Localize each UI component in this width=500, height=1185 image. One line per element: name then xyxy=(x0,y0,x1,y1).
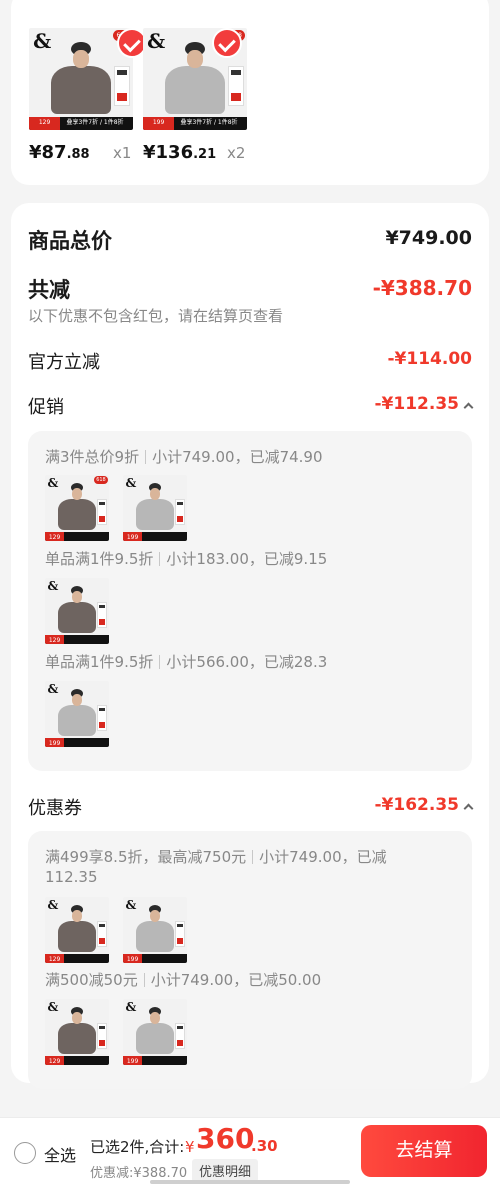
promo-product-thumbnail: & 129 618 xyxy=(45,475,109,541)
promotion-label: 促销 xyxy=(28,397,64,418)
coupon-rule-continued: 112.35 xyxy=(45,868,98,886)
size-chart-graphic xyxy=(113,66,130,106)
model-figure xyxy=(51,40,111,114)
coupon-toggle[interactable]: -¥162.35 xyxy=(375,795,474,815)
promo-product-thumbnail: & 199 xyxy=(45,681,109,747)
coupon-rule: 满499享8.5折，最高减750元 小计749.00，已减 xyxy=(45,848,387,866)
total-currency: ¥ xyxy=(185,1138,195,1156)
promotion-details: 满3件总价9折 小计749.00，已减74.90 & 129 618 & 199 … xyxy=(28,431,472,771)
selected-products-card: & 129 叠享3件7折 / 1件8折 618 ¥87.88 x1 & 199 … xyxy=(11,0,489,185)
promo-rule: 单品满1件9.5折 小计566.00，已减28.3 xyxy=(45,653,328,671)
price-breakdown-card: 商品总价 ¥749.00 共减 -¥388.70 以下优惠不包含红包，请在结算页… xyxy=(11,203,489,1089)
coupon-product-thumbnail: & 199 xyxy=(123,999,187,1065)
home-indicator xyxy=(150,1180,350,1184)
total-amount: 360 xyxy=(196,1122,255,1155)
promo-rule: 单品满1件9.5折 小计183.00，已减9.15 xyxy=(45,550,328,568)
selected-check-icon[interactable] xyxy=(212,28,242,58)
promo-banner: 199 叠享3件7折 / 1件8折 xyxy=(143,116,247,130)
coupon-label: 优惠券 xyxy=(28,798,82,819)
promo-rule: 满3件总价9折 小计749.00，已减74.90 xyxy=(45,448,323,466)
checkout-bar: 全选 已选2件,合计: ¥ 360 .30 优惠减:¥388.70 优惠明细 去… xyxy=(0,1117,500,1185)
reduce-label: 共减 xyxy=(28,278,70,302)
brand-logo: & xyxy=(147,29,166,54)
promo-banner: 129 叠享3件7折 / 1件8折 xyxy=(29,116,133,130)
official-discount-label: 官方立减 xyxy=(28,352,100,373)
reduce-value: -¥388.70 xyxy=(372,276,472,300)
coupon-product-thumbnail: & 129 xyxy=(45,999,109,1065)
select-all-radio[interactable] xyxy=(14,1142,36,1164)
product-price: ¥136.21 xyxy=(143,142,217,163)
coupon-product-thumbnail: & 199 xyxy=(123,897,187,963)
coupon-details: 满499享8.5折，最高减750元 小计749.00，已减 112.35 & 12… xyxy=(28,831,472,1089)
product-quantity: x2 xyxy=(227,144,246,162)
promo-product-thumbnail: & 199 xyxy=(123,475,187,541)
promo-product-thumbnail: & 129 xyxy=(45,578,109,644)
coupon-product-thumbnail: & 129 xyxy=(45,897,109,963)
total-value: ¥749.00 xyxy=(385,227,472,249)
total-label: 商品总价 xyxy=(28,229,112,253)
brand-logo: & xyxy=(33,29,52,54)
size-chart-graphic xyxy=(227,66,244,106)
coupon-rule: 满500减50元 小计749.00，已减50.00 xyxy=(45,971,322,989)
discount-summary: 优惠减:¥388.70 xyxy=(90,1166,188,1181)
total-amount-decimal: .30 xyxy=(251,1137,278,1155)
select-all-label[interactable]: 全选 xyxy=(44,1142,76,1166)
checkout-button[interactable]: 去结算 xyxy=(361,1125,487,1177)
product-quantity: x1 xyxy=(113,144,132,162)
discount-detail-button[interactable]: 优惠明细 xyxy=(192,1159,259,1182)
official-discount-value: -¥114.00 xyxy=(387,349,473,369)
chevron-up-icon xyxy=(463,803,474,814)
chevron-up-icon xyxy=(463,402,474,413)
promotion-toggle[interactable]: -¥112.35 xyxy=(375,394,474,414)
selected-summary: 已选2件,合计: xyxy=(90,1138,185,1156)
reduce-note: 以下优惠不包含红包，请在结算页查看 xyxy=(28,307,284,325)
product-price: ¥87.88 xyxy=(29,142,90,163)
